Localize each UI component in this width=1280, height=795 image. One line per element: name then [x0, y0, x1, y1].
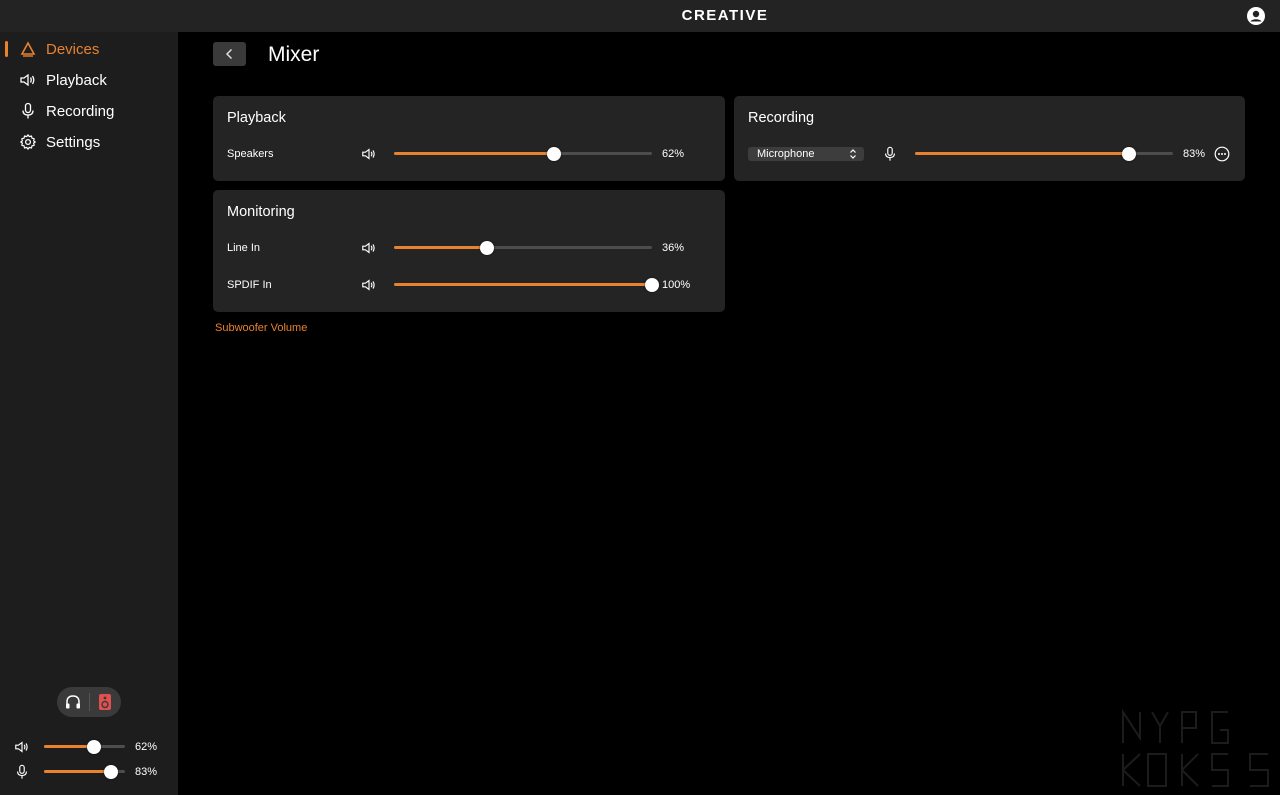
master-recording-row: 83%	[0, 762, 178, 782]
output-device-toggle	[57, 687, 121, 717]
speaker-icon	[362, 242, 375, 254]
recording-volume-slider[interactable]	[915, 147, 1173, 161]
speaker-icon	[20, 73, 35, 87]
card-title: Recording	[748, 110, 815, 126]
slider-thumb[interactable]	[479, 241, 494, 255]
slider-thumb[interactable]	[645, 278, 659, 292]
speakers-volume-slider[interactable]	[394, 147, 652, 161]
toggle-divider	[89, 693, 90, 711]
master-playback-slider[interactable]	[44, 740, 125, 754]
playback-card: Playback Speakers 62%	[213, 96, 725, 181]
sidebar-item-label: Recording	[46, 103, 115, 120]
sidebar-item-playback[interactable]: Playback	[0, 66, 178, 94]
user-account-icon[interactable]	[1246, 6, 1266, 26]
speaker-device-icon[interactable]	[94, 691, 116, 713]
speakers-volume-value: 62%	[662, 148, 685, 160]
master-recording-value: 83%	[135, 766, 158, 778]
slider-thumb[interactable]	[104, 765, 119, 779]
active-indicator	[5, 41, 8, 57]
slider-fill	[394, 283, 652, 286]
line-in-label: Line In	[227, 242, 261, 254]
devices-icon	[20, 41, 36, 57]
top-bar: CREATIVE	[0, 0, 1280, 32]
speaker-icon	[15, 741, 28, 753]
sidebar-item-recording[interactable]: Recording	[0, 97, 178, 125]
sidebar-item-label: Devices	[46, 41, 100, 58]
card-title: Playback	[227, 110, 286, 126]
brand-logo: CREATIVE	[681, 7, 769, 24]
microphone-icon	[884, 146, 896, 161]
speaker-icon	[362, 279, 375, 291]
recording-source-select[interactable]: Microphone	[748, 147, 864, 161]
sidebar-item-settings[interactable]: Settings	[0, 128, 178, 156]
microphone-icon	[22, 102, 34, 119]
recording-volume-value: 83%	[1183, 148, 1206, 160]
microphone-icon	[16, 764, 28, 779]
speaker-icon	[362, 148, 375, 160]
more-options-icon[interactable]	[1214, 146, 1230, 162]
page-title: Mixer	[268, 43, 320, 66]
slider-fill	[394, 152, 554, 155]
slider-fill	[915, 152, 1130, 155]
slider-thumb[interactable]	[546, 147, 561, 161]
slider-thumb[interactable]	[87, 740, 102, 754]
speakers-label: Speakers	[227, 148, 274, 160]
gear-icon	[20, 134, 36, 150]
line-in-volume-slider[interactable]	[394, 241, 652, 255]
back-button[interactable]	[213, 42, 246, 66]
slider-fill	[394, 246, 487, 249]
master-playback-value: 62%	[135, 741, 158, 753]
sidebar: Devices Playback Recording Settings 62% …	[0, 32, 178, 795]
sidebar-item-label: Settings	[46, 134, 101, 151]
chevron-up-down-icon	[850, 149, 856, 159]
master-recording-slider[interactable]	[44, 765, 125, 779]
line-in-volume-value: 36%	[662, 242, 685, 254]
sidebar-item-devices[interactable]: Devices	[0, 35, 178, 63]
spdif-in-volume-slider[interactable]	[394, 278, 659, 292]
watermark-logo	[1122, 708, 1269, 787]
spdif-in-volume-value: 100%	[662, 279, 691, 291]
subwoofer-volume-link[interactable]: Subwoofer Volume	[215, 322, 307, 334]
monitoring-card: Monitoring Line In 36% SPDIF In 100%	[213, 190, 725, 312]
recording-card: Recording Microphone 83%	[734, 96, 1245, 181]
master-playback-row: 62%	[0, 737, 178, 757]
spdif-in-label: SPDIF In	[227, 279, 272, 291]
card-title: Monitoring	[227, 204, 295, 220]
slider-fill	[44, 770, 112, 773]
sidebar-item-label: Playback	[46, 72, 107, 89]
slider-thumb[interactable]	[1122, 147, 1137, 161]
chevron-left-icon	[225, 48, 233, 60]
select-value: Microphone	[757, 148, 815, 160]
headphones-icon[interactable]	[62, 691, 84, 713]
